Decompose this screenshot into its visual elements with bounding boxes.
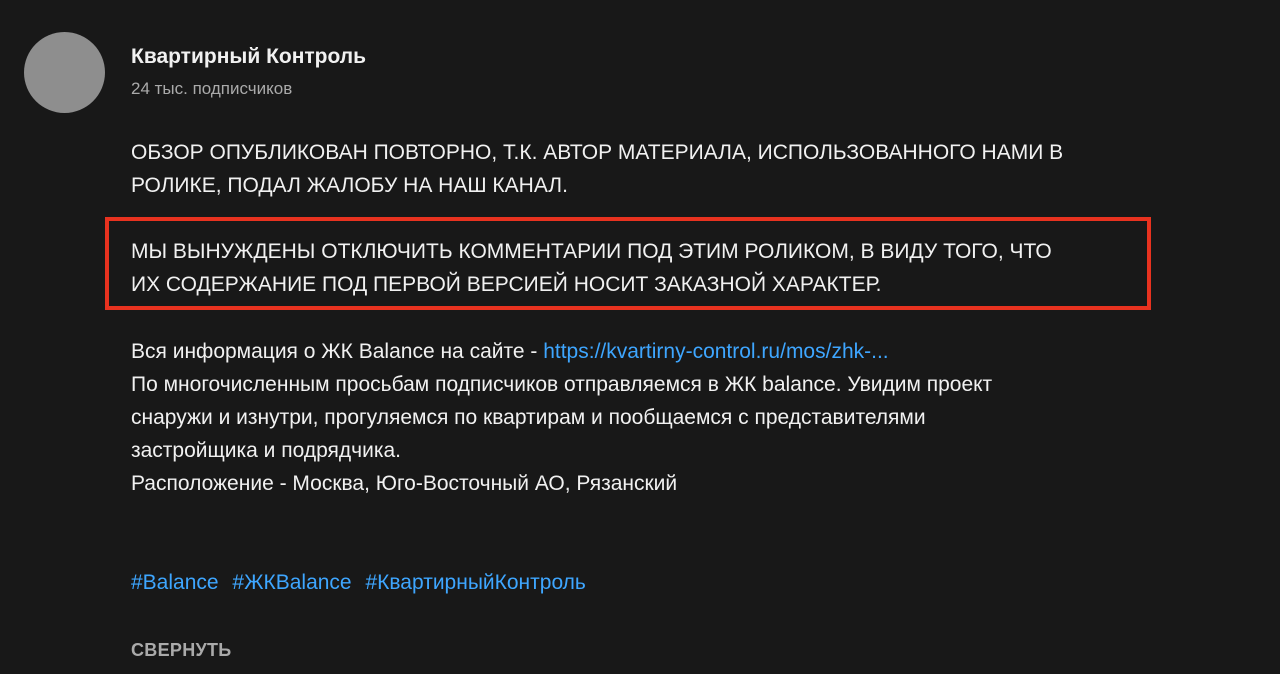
hashtag-link[interactable]: #КвартирныйКонтроль: [365, 571, 585, 594]
website-link[interactable]: https://kvartirny-control.ru/mos/zhk-...: [543, 340, 888, 363]
body-line: снаружи и изнутри, прогуляемся по кварти…: [131, 406, 926, 429]
highlighted-line: ИХ СОДЕРЖАНИЕ ПОД ПЕРВОЙ ВЕРСИЕЙ НОСИТ З…: [131, 273, 882, 296]
info-line: Вся информация о ЖК Balance на сайте - h…: [131, 335, 992, 368]
comments-disabled-notice: МЫ ВЫНУЖДЕНЫ ОТКЛЮЧИТЬ КОММЕНТАРИИ ПОД Э…: [131, 235, 1052, 301]
subscriber-count: 24 тыс. подписчиков: [131, 79, 293, 98]
hashtag-link[interactable]: #Balance: [131, 571, 219, 594]
notice-line: РОЛИКЕ, ПОДАЛ ЖАЛОБУ НА НАШ КАНАЛ.: [131, 174, 568, 197]
description-body: Вся информация о ЖК Balance на сайте - h…: [131, 335, 992, 500]
notice-line: ОБЗОР ОПУБЛИКОВАН ПОВТОРНО, Т.К. АВТОР М…: [131, 141, 1064, 164]
body-line: застройщика и подрядчика.: [131, 439, 401, 462]
info-prefix: Вся информация о ЖК Balance на сайте -: [131, 340, 544, 363]
channel-avatar[interactable]: [24, 32, 105, 113]
body-line: По многочисленным просьбам подписчиков о…: [131, 373, 993, 396]
highlighted-line: МЫ ВЫНУЖДЕНЫ ОТКЛЮЧИТЬ КОММЕНТАРИИ ПОД Э…: [131, 240, 1052, 263]
body-line: Расположение - Москва, Юго-Восточный АО,…: [131, 472, 678, 495]
repost-notice: ОБЗОР ОПУБЛИКОВАН ПОВТОРНО, Т.К. АВТОР М…: [131, 136, 1063, 202]
collapse-button[interactable]: СВЕРНУТЬ: [131, 640, 232, 661]
hashtag-list: #Balance #ЖКBalance #КвартирныйКонтроль: [131, 566, 594, 599]
channel-name-link[interactable]: Квартирный Контроль: [131, 45, 366, 69]
hashtag-link[interactable]: #ЖКBalance: [232, 571, 351, 594]
